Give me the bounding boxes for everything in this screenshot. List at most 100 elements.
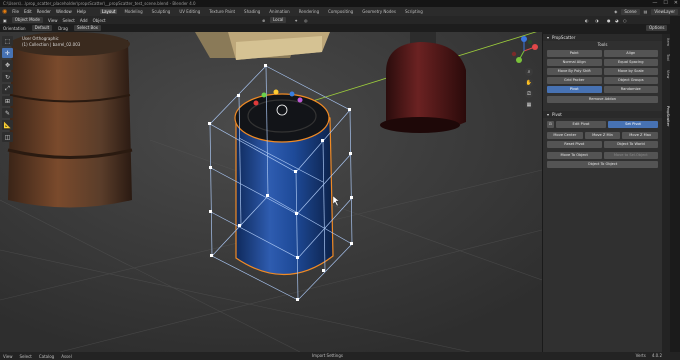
navigation-gizmo[interactable] [509, 36, 539, 66]
maximize-button[interactable]: ☐ [663, 0, 667, 7]
tab-sculpting[interactable]: Sculpting [150, 9, 173, 14]
object-to-world-button[interactable]: Object To World [603, 141, 658, 148]
shading-solid-icon[interactable]: ● [607, 18, 611, 23]
rotate-tool-icon[interactable]: ↻ [2, 72, 13, 82]
mode-selector[interactable]: Object Mode [11, 17, 43, 23]
tab-modeling[interactable]: Modeling [122, 9, 144, 14]
visibility-icon[interactable]: ◐ [585, 18, 589, 23]
tab-animation[interactable]: Animation [267, 9, 291, 14]
pivot-mode-icon[interactable]: ⊡ [547, 121, 554, 128]
transform-orientation-icon[interactable]: ⊕ [262, 18, 265, 23]
tool-header: Orientation Default Drag Select Box [0, 24, 540, 32]
tab-compositing[interactable]: Compositing [326, 9, 355, 14]
header-menu-view[interactable]: View [48, 18, 58, 23]
viewport-header: ▣ Object Mode View Select Add Object ⊕ L… [0, 16, 680, 24]
drag-selector[interactable]: Select Box [73, 25, 101, 31]
import-settings-label[interactable]: Import Settings [312, 352, 343, 360]
menu-edit[interactable]: Edit [24, 9, 32, 14]
pivot-button[interactable]: Pivot [547, 86, 602, 93]
scene-icon: ◈ [614, 9, 618, 14]
status-assel[interactable]: Assel [61, 354, 71, 359]
header-menu-select[interactable]: Select [62, 18, 74, 23]
tab-layout[interactable]: Layout [99, 9, 118, 14]
equal-spacing-button[interactable]: Equal Spacing [603, 59, 658, 66]
shading-material-icon[interactable]: ◕ [615, 18, 619, 23]
menu-file[interactable]: File [12, 9, 19, 14]
snap-icon[interactable]: ⌖ [295, 18, 297, 23]
overlay-icon[interactable]: ◑ [595, 18, 599, 23]
window-titlebar: C:\Users\...\prop_scatter_placeholder\pr… [0, 0, 680, 7]
move-by-poly-shift-button[interactable]: Move By Poly Shift [547, 68, 602, 75]
tab-item[interactable]: Item [662, 38, 670, 46]
blender-logo-icon[interactable]: ◉ [2, 8, 7, 15]
status-catalog[interactable]: Catalog [39, 354, 54, 359]
pan-hand-icon[interactable]: ✋ [525, 79, 533, 87]
view-layer-selector[interactable]: ViewLayer [651, 8, 678, 15]
set-pivot-button[interactable]: Set Pivot [608, 121, 658, 128]
sidebar-npanel: ▾ PropScatter Tools Paint Align Normal A… [542, 34, 662, 352]
transform-space-selector[interactable]: Local [270, 17, 287, 23]
grid-view-icon[interactable]: ▦ [525, 101, 533, 109]
normal-align-button[interactable]: Normal Align [547, 59, 602, 66]
status-select[interactable]: Select [20, 354, 32, 359]
status-verts: Verts [635, 353, 646, 358]
tab-tool[interactable]: Tool [662, 54, 670, 61]
viewport-3d[interactable] [0, 32, 542, 352]
measure-tool-icon[interactable]: 📐 [2, 120, 13, 130]
annotate-tool-icon[interactable]: ✎ [2, 108, 13, 118]
reset-pivot-button[interactable]: Reset Pivot [547, 141, 602, 148]
menu-render[interactable]: Render [37, 9, 51, 14]
move-center-button[interactable]: Move Center [547, 132, 583, 139]
minimize-button[interactable]: — [652, 0, 657, 7]
move-to-object-button[interactable]: Move To Object [547, 152, 602, 159]
proportional-edit-icon[interactable]: ◎ [304, 18, 308, 23]
tab-uv-editing[interactable]: UV Editing [177, 9, 202, 14]
edit-pivot-button[interactable]: Edit Pivot [556, 121, 606, 128]
select-box-tool-icon[interactable]: ⬚ [2, 36, 13, 46]
window-controls: — ☐ ✕ [652, 0, 678, 7]
object-groups-button[interactable]: Object Groups [603, 77, 658, 84]
chevron-down-icon: ▾ [547, 112, 550, 117]
tab-texture-paint[interactable]: Texture Paint [207, 9, 237, 14]
options-button[interactable]: Options [646, 25, 668, 31]
menu-window[interactable]: Window [56, 9, 72, 14]
close-button[interactable]: ✕ [674, 0, 678, 7]
align-button[interactable]: Align [603, 50, 658, 57]
move-tool-icon[interactable]: ✥ [2, 60, 13, 70]
move-z-max-button[interactable]: Move Z Max [622, 132, 659, 139]
transform-tool-icon[interactable]: ⊞ [2, 96, 13, 106]
add-cube-tool-icon[interactable]: ◫ [2, 132, 13, 142]
header-menu-add[interactable]: Add [80, 18, 88, 23]
pivot-panel-header[interactable]: ▾ Pivot [543, 111, 662, 118]
selected-blue-barrel[interactable] [234, 93, 334, 276]
orientation-selector[interactable]: Default [31, 25, 53, 31]
remove-addon-button[interactable]: Remove Addon [547, 96, 658, 103]
tab-view[interactable]: View [662, 70, 670, 78]
move-by-scale-button[interactable]: Move by Scale [603, 68, 658, 75]
status-view[interactable]: View [3, 354, 13, 359]
editor-type-icon[interactable]: ▣ [3, 18, 7, 23]
object-to-object-button[interactable]: Object To Object [547, 161, 658, 168]
tab-scripting[interactable]: Scripting [403, 9, 425, 14]
paint-button[interactable]: Paint [547, 50, 602, 57]
grid-packer-button[interactable]: Grid Packer [547, 77, 602, 84]
scale-tool-icon[interactable]: ⤢ [2, 84, 13, 94]
properties-editor-strip[interactable] [670, 16, 680, 352]
cursor-tool-icon[interactable]: ✛ [2, 48, 13, 58]
menu-help[interactable]: Help [77, 9, 86, 14]
tab-rendering[interactable]: Rendering [297, 9, 321, 14]
camera-icon[interactable]: ⎚ [525, 90, 533, 98]
scene-selector[interactable]: Scene [621, 8, 640, 15]
tab-geometry-nodes[interactable]: Geometry Nodes [360, 9, 398, 14]
addon-title: PropScatter [552, 35, 576, 40]
tab-propscatter[interactable]: PropScatter [662, 106, 670, 126]
randomize-button[interactable]: Randomize [603, 86, 658, 93]
zoom-icon[interactable]: ⌕ [525, 68, 533, 76]
addon-panel-header[interactable]: ▾ PropScatter [543, 34, 662, 41]
move-z-min-button[interactable]: Move Z Min [584, 132, 621, 139]
shading-rendered-icon[interactable]: ○ [623, 18, 627, 23]
move-to-selected-object-button[interactable]: Move to Sel.Object [603, 152, 658, 159]
header-menu-object[interactable]: Object [93, 18, 106, 23]
tab-shading[interactable]: Shading [242, 9, 262, 14]
status-version: 4.0.2 [651, 353, 662, 358]
